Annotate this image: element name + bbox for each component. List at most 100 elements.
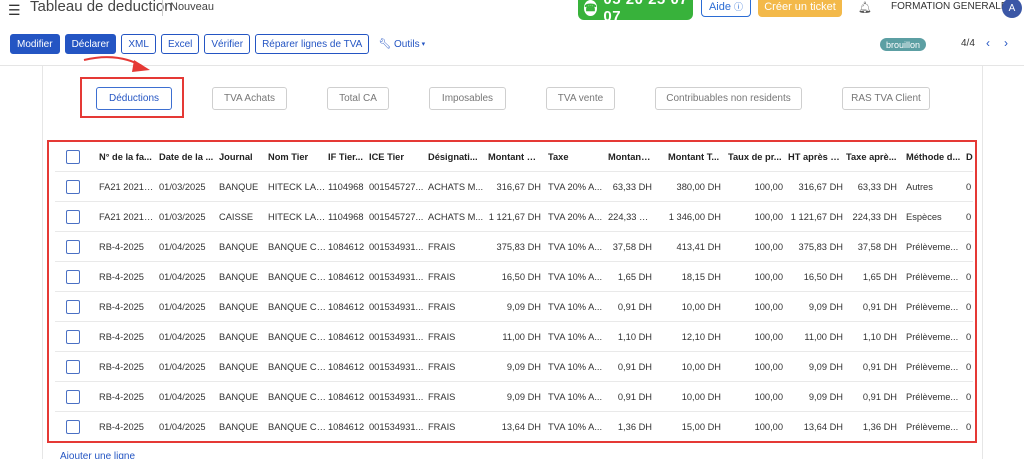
row-checkbox[interactable] [66,360,80,374]
table-cell: BANQUE [219,242,259,252]
question-circle-icon: ⓘ [734,2,744,12]
table-cell: BANQUE [219,422,259,432]
modify-button[interactable]: Modifier [10,34,60,54]
excel-button[interactable]: Excel [160,34,200,54]
repair-vat-lines-button[interactable]: Réparer lignes de TVA [255,34,370,54]
tab-ras-tva-client[interactable]: RAS TVA Client [842,87,930,110]
avatar[interactable]: A [1002,0,1022,18]
column-header[interactable]: Montant T... [668,142,721,172]
row-checkbox[interactable] [66,420,80,434]
column-header[interactable]: Taux de pr... [728,142,783,172]
table-cell: 413,41 DH [676,242,721,252]
table-cell: BANQUE CE... [268,302,326,312]
tab-tva-achats[interactable]: TVA Achats [212,87,287,110]
bell-icon[interactable]: 🔔︎ [858,1,872,14]
table-cell: 1084612 [328,422,365,432]
table-cell: 0 [966,332,972,342]
table-cell: 10,00 DH [681,362,721,372]
table-cell: RB-4-2025 [99,422,144,432]
table-row[interactable]: RB-4-2025 01/04/2025 BANQUE BANQUE CE... 108… [55,232,973,262]
table-cell: 1,36 DH [862,422,897,432]
xml-button[interactable]: XML [121,34,156,54]
tab-contribuables-non-residents[interactable]: Contribuables non residents [655,87,802,110]
table-cell: Prélèveme... [906,272,959,282]
table-cell: 1,65 DH [862,272,897,282]
row-checkbox[interactable] [66,240,80,254]
chevron-left-icon[interactable]: ‹ [986,36,990,50]
tab-tva-vente[interactable]: TVA vente [546,87,615,110]
tab-deductions[interactable]: Déductions [96,87,172,110]
table-row[interactable]: RB-4-2025 01/04/2025 BANQUE BANQUE CE... 108… [55,382,973,412]
column-header[interactable]: Date de la ... [159,142,216,172]
company-name[interactable]: FORMATION GENERALE [891,1,1008,12]
table-cell: 0,91 DH [862,392,897,402]
table-cell: 100,00 [754,302,783,312]
table-cell: TVA 20% A... [548,182,603,192]
verify-button[interactable]: Vérifier [204,34,251,54]
table-cell: 001534931... [369,362,424,372]
table-cell: RB-4-2025 [99,332,144,342]
support-phone-button[interactable]: ☎ 05 20 25 07 07 [578,0,693,25]
table-cell: 100,00 [754,332,783,342]
row-checkbox[interactable] [66,180,80,194]
table-cell: 16,50 DH [803,272,843,282]
table-row[interactable]: FA21 20210... 01/03/2025 BANQUE HITECK LAND… [55,172,973,202]
column-header[interactable]: IF Tier... [328,142,366,172]
table-cell: 100,00 [754,422,783,432]
declare-button[interactable]: Déclarer [64,34,117,54]
page-title: Tableau de deduction [30,0,173,15]
column-header[interactable]: Désignati... [428,142,485,172]
table-row[interactable]: RB-4-2025 01/04/2025 BANQUE BANQUE CE... 108… [55,352,973,382]
table-row[interactable]: FA21 20210... 01/03/2025 CAISSE HITECK LAND… [55,202,973,232]
table-cell: 01/04/2025 [159,272,206,282]
chevron-right-icon[interactable]: › [1004,36,1008,50]
status-badge: brouillon [880,38,927,51]
tab-imposables[interactable]: Imposables [429,87,506,110]
column-header[interactable]: HT après p... [788,142,843,172]
table-cell: BANQUE CE... [268,362,326,372]
table-cell: 9,09 DH [808,302,843,312]
column-header[interactable]: Montant T... [608,142,652,172]
table-cell: 63,33 DH [612,182,652,192]
column-header[interactable]: Méthode d... [906,142,963,172]
row-checkbox[interactable] [66,390,80,404]
table-row[interactable]: RB-4-2025 01/04/2025 BANQUE BANQUE CE... 108… [55,412,973,440]
column-header[interactable]: Montant H... [488,142,541,172]
column-header[interactable]: N° de la fa... [99,142,156,172]
table-cell: 0 [966,272,972,282]
table-cell: 100,00 [754,182,783,192]
column-header[interactable]: D [966,142,973,172]
row-checkbox[interactable] [66,270,80,284]
hamburger-menu-icon[interactable]: ☰ [8,2,21,19]
row-checkbox[interactable] [66,330,80,344]
row-checkbox[interactable] [66,300,80,314]
column-header[interactable]: Nom Tier [268,142,326,172]
row-checkbox[interactable] [66,210,80,224]
tools-dropdown[interactable]: 🔧︎ Outils ▾ [374,34,429,54]
table-cell: FRAIS [428,302,456,312]
column-header[interactable]: Taxe [548,142,605,172]
add-line-link[interactable]: Ajouter une ligne [60,451,135,459]
table-cell: BANQUE CE... [268,242,326,252]
table-cell: 10,00 DH [681,392,721,402]
create-ticket-button[interactable]: Créer un ticket [758,0,842,17]
table-row[interactable]: RB-4-2025 01/04/2025 BANQUE BANQUE CE... 108… [55,292,973,322]
wrench-icon: 🔧︎ [378,38,392,50]
help-button[interactable]: Aide ⓘ [701,0,751,17]
select-all-checkbox[interactable] [66,150,80,164]
table-row[interactable]: RB-4-2025 01/04/2025 BANQUE BANQUE CE... 108… [55,322,973,352]
table-row[interactable]: RB-4-2025 01/04/2025 BANQUE BANQUE CE... 108… [55,262,973,292]
column-header[interactable]: Taxe aprè... [846,142,897,172]
table-cell: 1,10 DH [617,332,652,342]
table-cell: BANQUE [219,272,259,282]
table-cell: 01/04/2025 [159,302,206,312]
action-toolbar: Modifier Déclarer XML Excel Vérifier Rép… [10,34,429,54]
table-cell: 0 [966,302,972,312]
table-cell: 0 [966,182,972,192]
column-header[interactable]: Journal [219,142,266,172]
column-header[interactable]: ICE Tier [369,142,425,172]
tab-total-ca[interactable]: Total CA [327,87,389,110]
table-cell: 001534931... [369,392,424,402]
table-cell: 001534931... [369,272,424,282]
pager-count: 4/4 [961,38,975,49]
